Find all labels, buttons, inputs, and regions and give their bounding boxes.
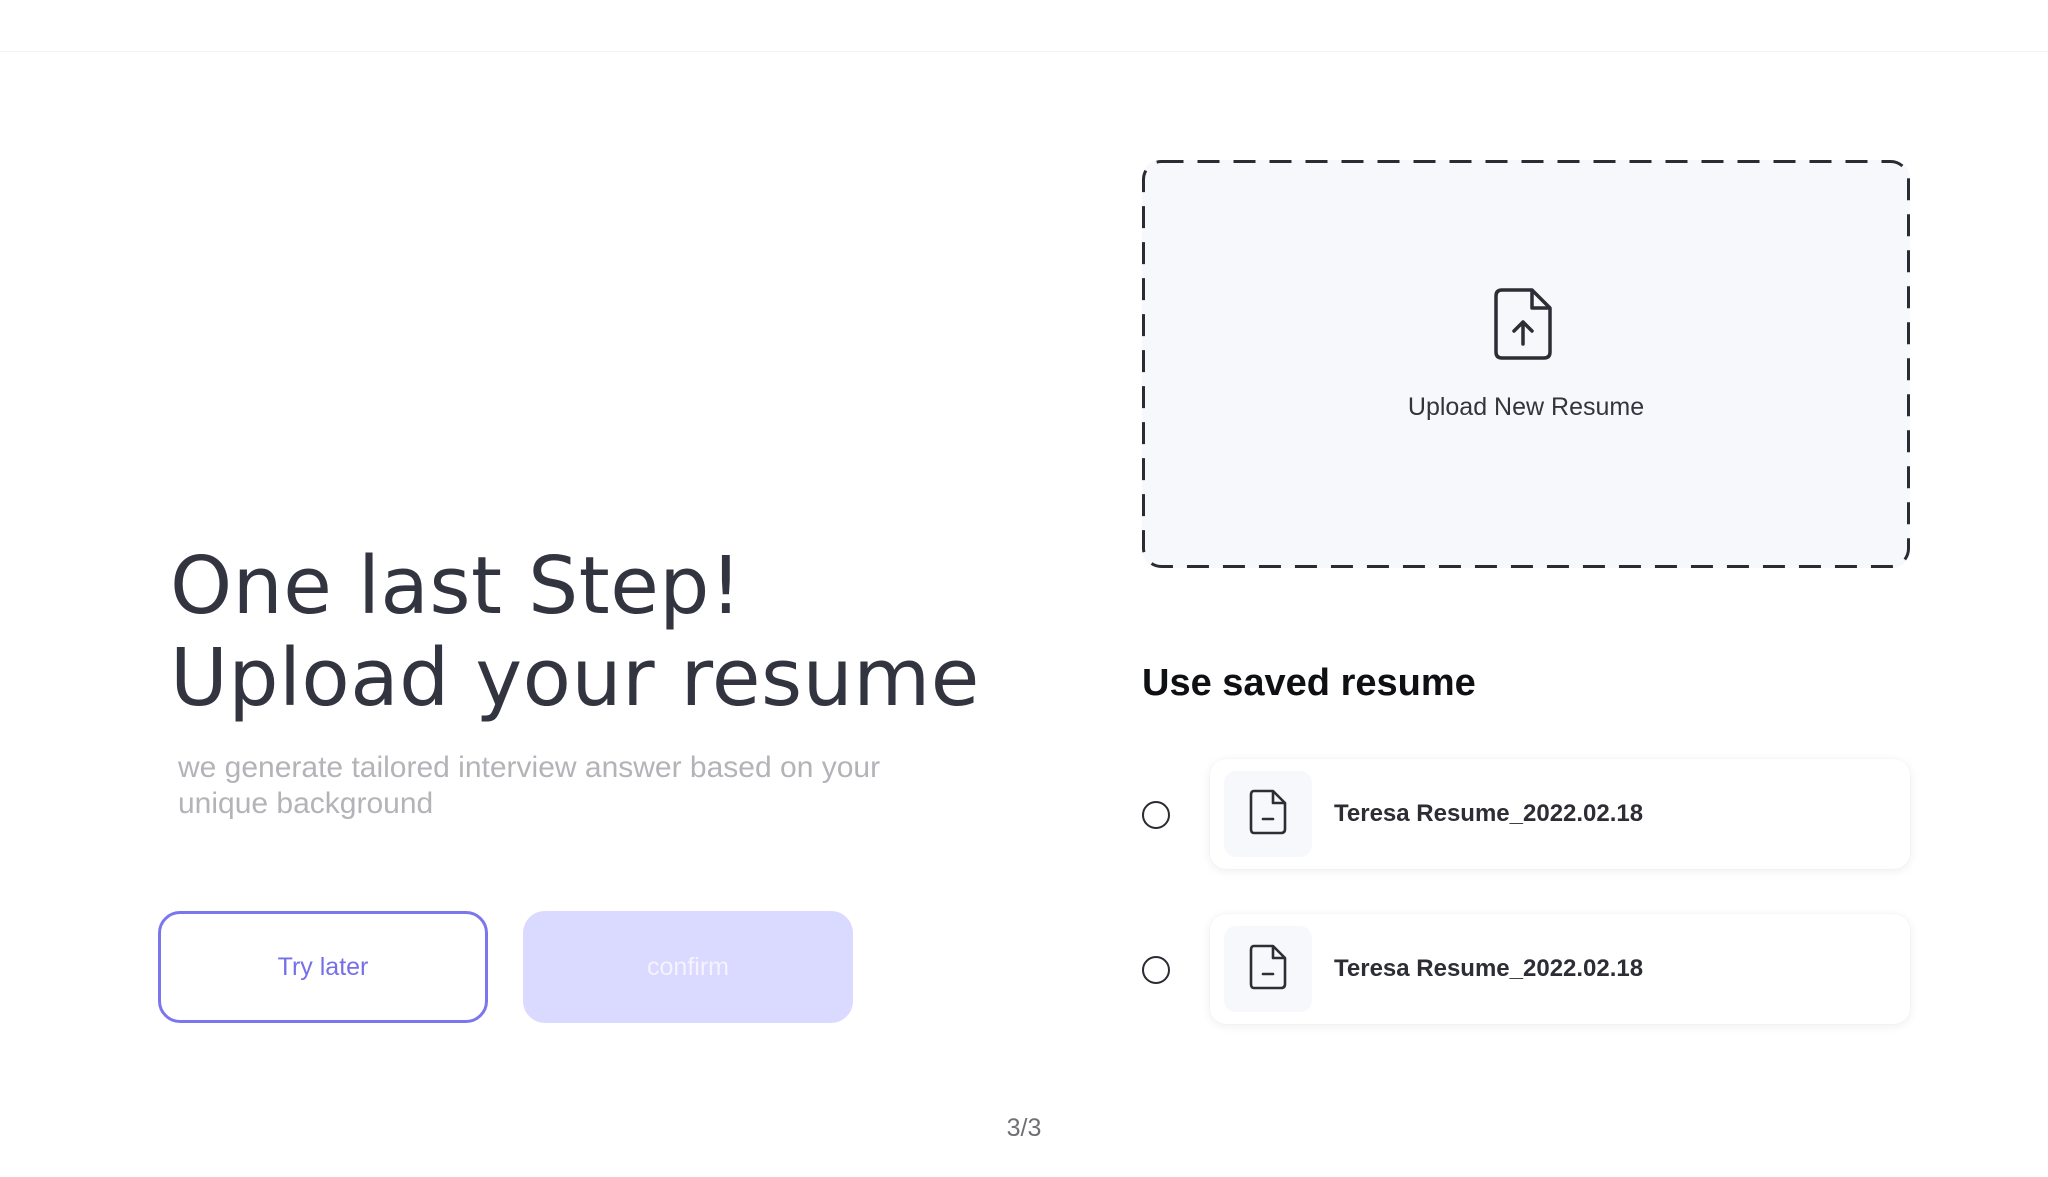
file-chip	[1224, 771, 1312, 857]
upload-dropzone[interactable]: Upload New Resume	[1142, 160, 1910, 568]
saved-resume-row: Teresa Resume_2022.02.18	[1142, 914, 1912, 1026]
onboarding-page: One last Step! Upload your resume we gen…	[0, 0, 2048, 1177]
title-line-2: Upload your resume	[170, 632, 980, 724]
saved-resume-card[interactable]: Teresa Resume_2022.02.18	[1210, 759, 1910, 869]
title-line-1: One last Step!	[170, 540, 743, 632]
saved-resume-row: Teresa Resume_2022.02.18	[1142, 759, 1912, 871]
resume-radio[interactable]	[1142, 801, 1170, 829]
file-upload-icon	[1494, 288, 1554, 365]
resume-name: Teresa Resume_2022.02.18	[1334, 955, 1644, 982]
file-chip	[1224, 926, 1312, 1012]
page-subtitle: we generate tailored interview answer ba…	[178, 751, 881, 820]
resume-name: Teresa Resume_2022.02.18	[1334, 800, 1644, 827]
resume-radio[interactable]	[1142, 956, 1170, 984]
page-title: One last Step! Upload your resume	[170, 540, 980, 724]
step-indicator: 3/3	[1006, 1114, 1042, 1142]
try-later-button[interactable]: Try later	[158, 911, 488, 1023]
confirm-button[interactable]: confirm	[523, 911, 853, 1023]
top-bar	[0, 0, 2048, 52]
saved-resume-heading: Use saved resume	[1142, 662, 1476, 704]
upload-label: Upload New Resume	[1407, 393, 1645, 421]
file-icon	[1249, 944, 1287, 995]
saved-resume-card[interactable]: Teresa Resume_2022.02.18	[1210, 914, 1910, 1024]
file-icon	[1249, 789, 1287, 840]
